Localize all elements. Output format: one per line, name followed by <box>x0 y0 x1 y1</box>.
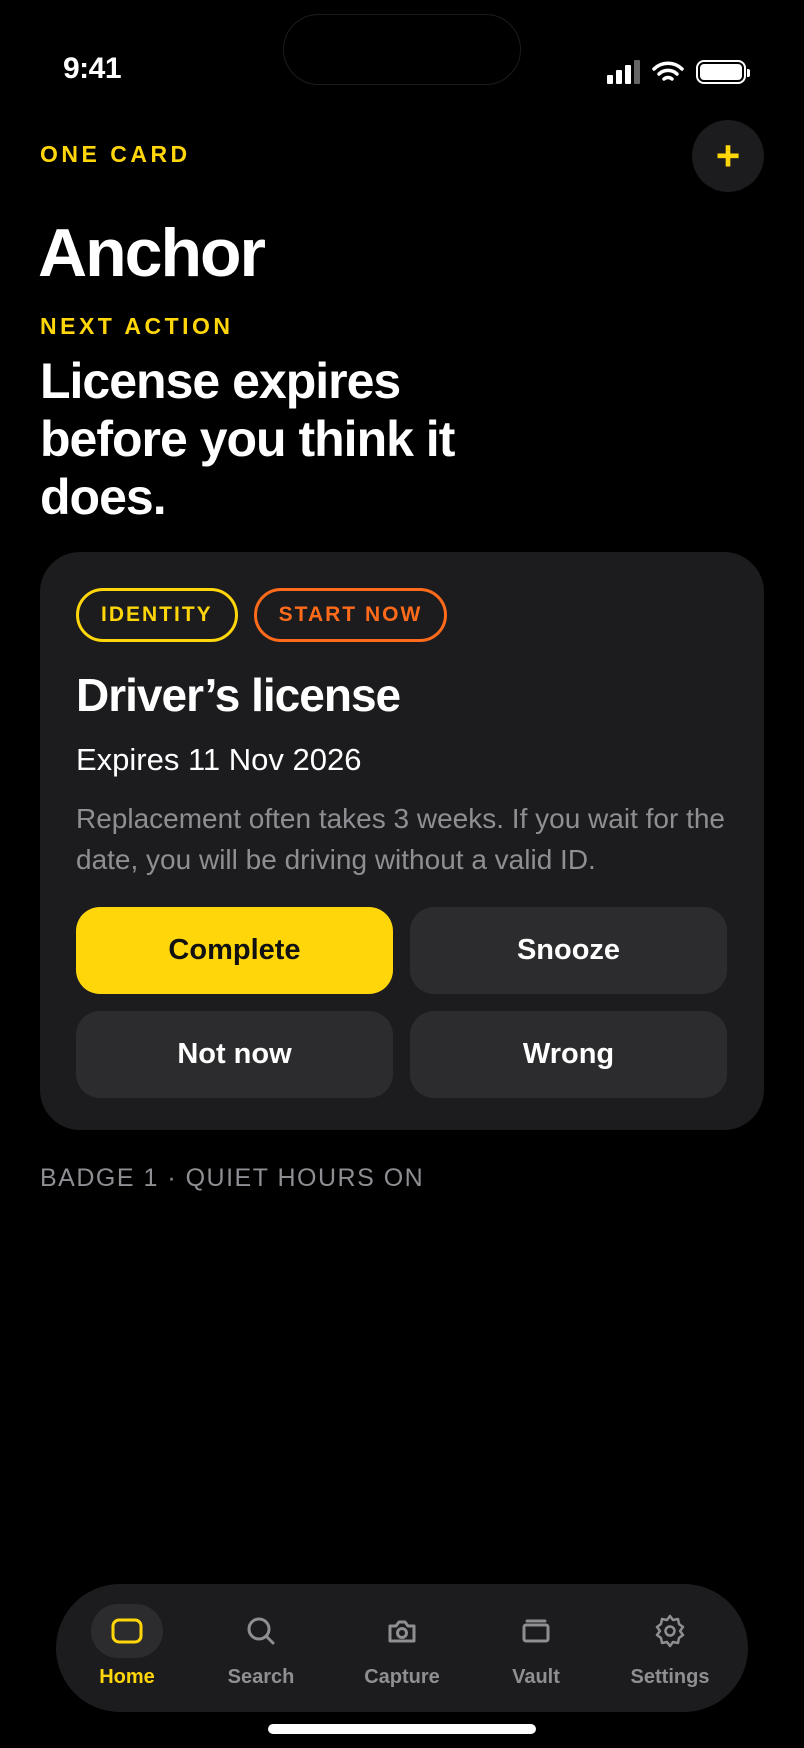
tab-label: Home <box>99 1666 155 1688</box>
section-eyebrow: ONE CARD <box>40 141 191 167</box>
vault-icon <box>522 1619 550 1643</box>
next-action-headline: License expires before you think it does… <box>40 353 455 525</box>
next-action-label: NEXT ACTION <box>40 313 234 339</box>
tab-home[interactable]: Home <box>60 1604 194 1689</box>
home-indicator <box>268 1724 536 1734</box>
action-card: IDENTITY START NOW Driver’s license Expi… <box>40 552 764 1130</box>
card-description: Replacement often takes 3 weeks. If you … <box>76 803 726 875</box>
snooze-button[interactable]: Snooze <box>410 907 727 994</box>
tab-settings[interactable]: Settings <box>603 1604 737 1689</box>
category-chip: IDENTITY <box>76 588 238 642</box>
dynamic-island <box>283 14 521 85</box>
urgency-chip: START NOW <box>253 588 448 642</box>
wrong-button[interactable]: Wrong <box>410 1011 727 1098</box>
complete-button[interactable]: Complete <box>76 907 393 994</box>
cellular-signal-icon <box>607 60 640 84</box>
camera-icon <box>388 1620 416 1643</box>
tab-search[interactable]: Search <box>194 1604 328 1689</box>
wifi-icon <box>652 61 684 81</box>
tab-label: Capture <box>364 1666 440 1688</box>
page-title: Anchor <box>38 215 266 291</box>
tab-capture[interactable]: Capture <box>335 1604 469 1689</box>
tab-label: Vault <box>512 1666 560 1688</box>
gear-icon <box>655 1614 685 1648</box>
search-icon <box>247 1617 275 1645</box>
card-chips: IDENTITY START NOW <box>76 588 448 642</box>
not-now-button[interactable]: Not now <box>76 1011 393 1098</box>
card-expiry: Expires 11 Nov 2026 <box>76 742 362 777</box>
card-title: Driver’s license <box>76 669 401 721</box>
tab-label: Search <box>227 1666 295 1688</box>
tab-bar: Home Search Capture Vault Settings <box>56 1584 748 1712</box>
tab-label: Settings <box>630 1666 710 1688</box>
status-time: 9:41 <box>63 52 122 85</box>
add-button[interactable]: + <box>692 120 764 192</box>
status-icons <box>607 60 750 84</box>
battery-icon <box>696 60 750 84</box>
tab-vault[interactable]: Vault <box>469 1604 603 1689</box>
badge-status: BADGE 1 · QUIET HOURS ON <box>40 1164 425 1192</box>
home-icon <box>111 1618 143 1644</box>
